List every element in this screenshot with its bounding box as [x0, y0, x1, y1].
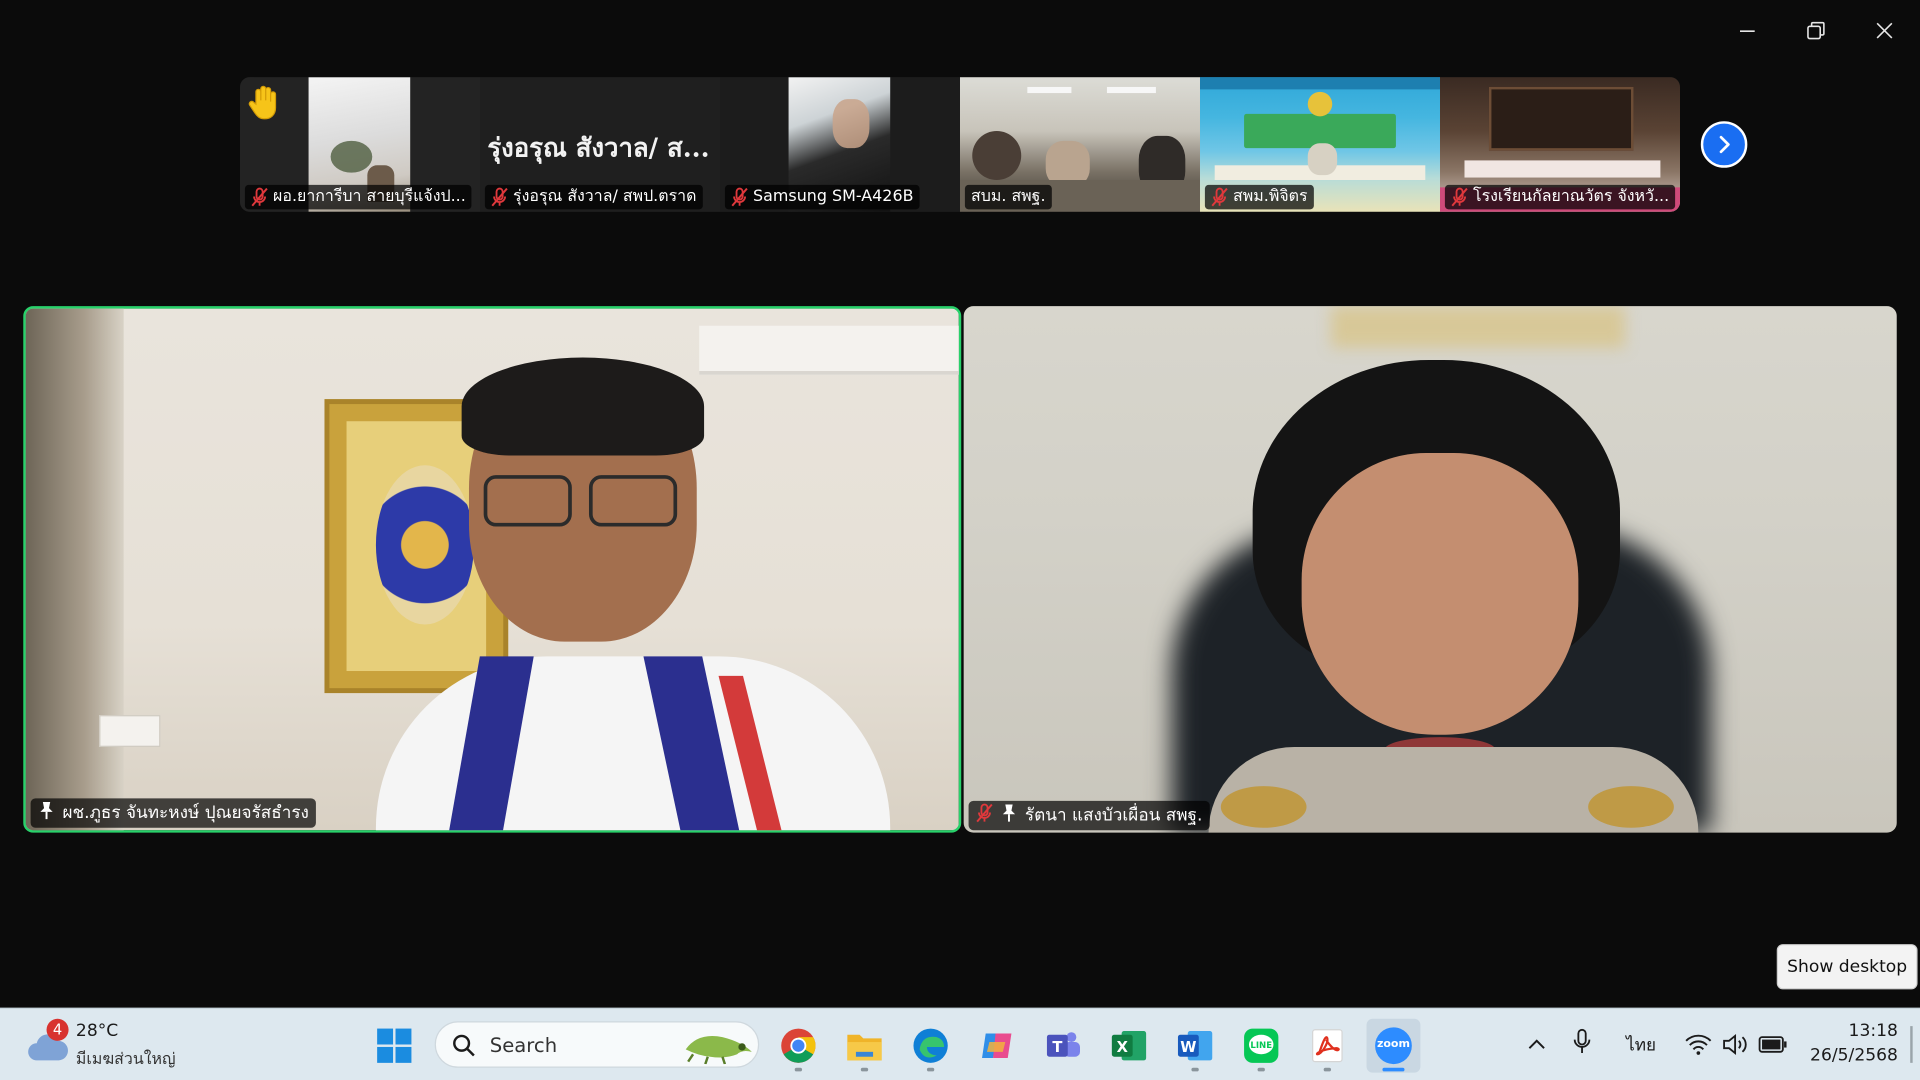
excel-icon: X	[1111, 1031, 1147, 1061]
teams-icon: T	[1046, 1032, 1080, 1057]
participant-video	[25, 308, 959, 831]
mic-muted-icon	[491, 187, 508, 207]
network-volume-battery-button[interactable]	[1682, 1029, 1795, 1061]
windows-logo-icon	[377, 1028, 412, 1063]
clock[interactable]: 13:18 26/5/2568	[1800, 1019, 1898, 1068]
participant-name-label: Samsung SM-A426B	[724, 184, 920, 210]
mic-muted-icon	[731, 187, 748, 207]
file-explorer-app[interactable]	[838, 1019, 892, 1073]
participant-thumbnail[interactable]: สบม. สพฐ.	[960, 77, 1200, 212]
chameleon-icon	[685, 1036, 752, 1065]
next-page-button[interactable]	[1700, 121, 1748, 168]
show-hidden-icons-button[interactable]	[1522, 1031, 1551, 1060]
participant-name-label: สบม. สพฐ.	[964, 184, 1052, 210]
clock-time: 13:18	[1848, 1021, 1898, 1041]
svg-text:W: W	[1180, 1039, 1196, 1056]
participant-name-label: ผช.ภูธร จันทะหงษ์ ปุณยจรัสธำรง	[30, 798, 317, 828]
edge-app[interactable]	[904, 1019, 958, 1073]
pin-icon	[1000, 803, 1017, 827]
search-icon	[453, 1034, 475, 1057]
participant-thumbnail[interactable]: ผอ.ยาการีบา สายบุรีแจ้งป...	[240, 77, 480, 212]
line-app[interactable]: LINE	[1234, 1019, 1288, 1073]
microphone-button[interactable]	[1572, 1028, 1599, 1061]
participant-name-label: รัตนา แสงบัวเผื่อน สพฐ.	[968, 800, 1210, 831]
line-icon: LINE	[1244, 1028, 1279, 1063]
pin-icon	[38, 801, 55, 825]
svg-text:LINE: LINE	[1250, 1041, 1272, 1051]
volume-icon	[1723, 1034, 1747, 1055]
mic-muted-icon	[976, 803, 993, 827]
show-desktop-button[interactable]	[1910, 1026, 1913, 1063]
excel-app[interactable]: X	[1102, 1019, 1156, 1073]
svg-text:X: X	[1117, 1039, 1129, 1056]
acrobat-icon	[1312, 1029, 1343, 1063]
participant-thumbnail[interactable]: Samsung SM-A426B	[720, 77, 960, 212]
teams-app[interactable]: T	[1036, 1019, 1090, 1073]
weather-condition: มีเมฆส่วนใหญ่	[75, 1050, 176, 1069]
search-placeholder: Search	[489, 1033, 558, 1057]
mic-muted-icon	[251, 187, 268, 207]
participant-name-label: ผอ.ยาการีบา สายบุรีแจ้งป...	[244, 184, 472, 210]
participant-video	[964, 306, 1897, 833]
input-language-indicator[interactable]: ไทย	[1626, 1032, 1656, 1059]
word-app[interactable]: W	[1168, 1019, 1222, 1073]
acrobat-app[interactable]	[1300, 1019, 1354, 1073]
folder-icon	[847, 1034, 882, 1061]
participant-thumbnail[interactable]: โรงเรียนกัลยาณวัตร จังหวั...	[1440, 77, 1680, 212]
participant-thumbnail[interactable]: สพม.พิจิตร	[1200, 77, 1440, 212]
weather-temperature: 28°C	[75, 1021, 119, 1041]
taskbar-search-box[interactable]: Search	[434, 1021, 760, 1068]
chrome-icon	[781, 1028, 816, 1063]
windows-start-button[interactable]	[367, 1019, 421, 1073]
copilot-icon	[982, 1033, 1012, 1058]
restore-icon[interactable]	[1791, 12, 1840, 49]
participant-video-tile-right[interactable]: รัตนา แสงบัวเผื่อน สพฐ.	[963, 306, 1897, 833]
microphone-icon	[1573, 1028, 1591, 1054]
zoom-meeting-window: ผอ.ยาการีบา สายบุรีแจ้งป... รุ่งอรุณ สัง…	[0, 0, 1920, 1080]
participant-name-label: รุ่งอรุณ สังวาล/ สพป.ตราด	[484, 184, 703, 210]
weather-badge: 4	[46, 1018, 69, 1041]
zoom-app[interactable]: zoom	[1366, 1018, 1421, 1073]
mic-muted-icon	[1451, 187, 1468, 207]
weather-widget[interactable]: 4 28°C มีเมฆส่วนใหญ่	[24, 1016, 195, 1072]
chrome-app[interactable]	[771, 1019, 825, 1073]
svg-text:T: T	[1052, 1039, 1062, 1056]
participant-video-tile-left[interactable]: ผช.ภูธร จันทะหงษ์ ปุณยจรัสธำรง	[23, 306, 962, 833]
participant-thumbnail-strip: ผอ.ยาการีบา สายบุรีแจ้งป... รุ่งอรุณ สัง…	[240, 77, 1680, 212]
chevron-up-icon	[1528, 1039, 1545, 1049]
minimize-icon[interactable]	[1723, 12, 1772, 49]
taskbar: 4 28°C มีเมฆส่วนใหญ่ Search T X W LINE z…	[0, 1007, 1920, 1080]
word-icon: W	[1177, 1031, 1213, 1061]
participant-name-label: สพม.พิจิตร	[1204, 184, 1314, 210]
zoom-icon-label: zoom	[1376, 1038, 1410, 1051]
raised-hand-icon	[247, 84, 281, 121]
copilot-app[interactable]	[970, 1019, 1024, 1073]
clock-date: 26/5/2568	[1810, 1045, 1898, 1066]
edge-icon	[913, 1028, 948, 1063]
show-desktop-tooltip: Show desktop	[1776, 944, 1918, 990]
battery-icon	[1758, 1036, 1787, 1053]
chevron-right-icon	[1719, 135, 1730, 154]
participant-display-name: รุ่งอรุณ สังวาล/ ส...	[487, 132, 710, 163]
participant-name-label: โรงเรียนกัลยาณวัตร จังหวั...	[1444, 184, 1676, 210]
wifi-icon	[1685, 1034, 1712, 1055]
participant-thumbnail[interactable]: รุ่งอรุณ สังวาล/ ส... รุ่งอรุณ สังวาล/ ส…	[480, 77, 720, 212]
mic-muted-icon	[1211, 187, 1228, 207]
close-icon[interactable]	[1860, 12, 1909, 49]
